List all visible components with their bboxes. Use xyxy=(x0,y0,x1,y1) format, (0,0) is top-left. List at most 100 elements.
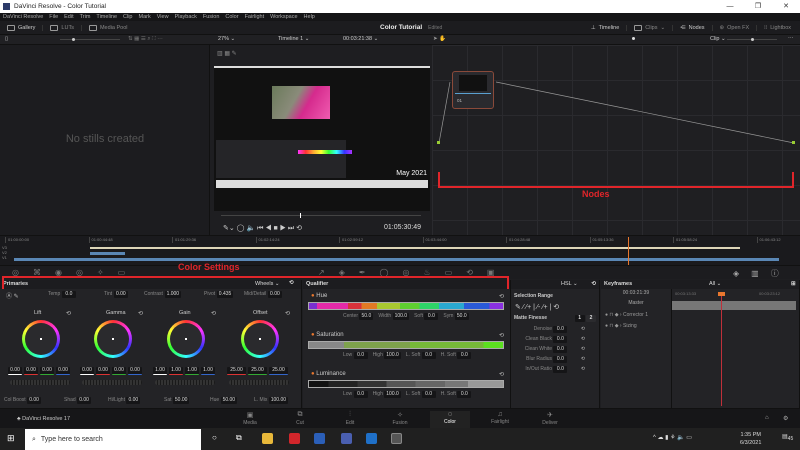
gain-value-field[interactable]: 1.00 xyxy=(185,367,199,375)
viewer-zoom-dropdown[interactable]: 27% ⌄ xyxy=(218,36,235,42)
menu-mark[interactable]: Mark xyxy=(139,14,151,20)
menu-clip[interactable]: Clip xyxy=(123,14,132,20)
lmix-field[interactable]: 100.00 xyxy=(268,397,289,404)
menu-file[interactable]: File xyxy=(49,14,58,20)
start-button[interactable]: ⊞ xyxy=(7,433,15,444)
viewer-mode-icons[interactable]: ▥ ▦ ✎ xyxy=(217,50,237,57)
node-zoom-slider[interactable] xyxy=(727,38,777,41)
keyframe-row-master[interactable]: Master xyxy=(601,300,671,306)
hue-soft-field[interactable]: 0.0 xyxy=(424,313,439,320)
saturation-range-bar[interactable] xyxy=(308,341,504,349)
saturation-low-field[interactable]: 0.0 xyxy=(353,352,368,359)
menu-fusion[interactable]: Fusion xyxy=(203,14,220,20)
lift-value-field[interactable]: 0.00 xyxy=(24,367,38,375)
luminance-range-bar[interactable] xyxy=(308,380,504,388)
page-tab-fairlight[interactable]: ♫ Fairlight xyxy=(480,411,520,425)
menu-help[interactable]: Help xyxy=(304,14,315,20)
nodes-toggle[interactable]: ⋲ Nodes xyxy=(673,25,713,31)
page-tab-media[interactable]: ▣ Media xyxy=(230,411,270,426)
timeline-playhead[interactable] xyxy=(628,237,629,265)
openfx-toggle[interactable]: ⊛ Open FX xyxy=(713,25,758,31)
page-tab-cut[interactable]: ⧉ Cut xyxy=(280,411,320,426)
hue-range-bar[interactable] xyxy=(308,302,504,310)
scrubber[interactable] xyxy=(221,213,421,218)
media-pool-button[interactable]: Media Pool xyxy=(82,24,135,31)
lift-value-field[interactable]: 0.00 xyxy=(56,367,70,375)
menu-color[interactable]: Color xyxy=(225,14,238,20)
reset-icon[interactable]: ⟲ xyxy=(581,336,585,342)
node-01[interactable]: 01 xyxy=(452,71,494,109)
matte-tab-1[interactable]: 1 xyxy=(574,315,585,322)
gamma-value-field[interactable]: 0.00 xyxy=(112,367,126,375)
file-explorer-icon[interactable] xyxy=(262,433,273,444)
matte-value-field[interactable]: 0.0 xyxy=(553,356,568,363)
offset-value-field[interactable]: 25.00 xyxy=(248,367,267,375)
hue-sym-field[interactable]: 50.0 xyxy=(454,313,469,320)
contrast-field[interactable]: 1.000 xyxy=(164,291,182,298)
menu-trim[interactable]: Trim xyxy=(80,14,91,20)
matte-value-field[interactable]: 0.0 xyxy=(553,366,568,373)
reset-icon[interactable]: ⟲ xyxy=(285,310,290,317)
page-tab-deliver[interactable]: ✈ Deliver xyxy=(530,411,570,426)
offset-value-field[interactable]: 25.00 xyxy=(227,367,246,375)
timeline-dropdown[interactable]: Timeline 1 ⌄ xyxy=(278,36,309,42)
luminance-lsoft-field[interactable]: 0.0 xyxy=(421,391,436,398)
matte-value-field[interactable]: 0.0 xyxy=(553,336,568,343)
offset-color-wheel[interactable] xyxy=(241,320,279,358)
gain-master-wheel[interactable] xyxy=(155,380,215,385)
word-icon[interactable] xyxy=(314,433,325,444)
colboost-field[interactable]: 0.00 xyxy=(27,397,42,404)
tint-field[interactable]: 0.00 xyxy=(113,291,128,298)
middetail-field[interactable]: 0.00 xyxy=(267,291,282,298)
luminance-high-field[interactable]: 100.0 xyxy=(384,391,401,398)
reset-icon[interactable]: ⟲ xyxy=(499,371,504,378)
reset-icon[interactable]: ⟲ xyxy=(211,310,216,317)
scope-icons[interactable]: ◈▥ⓘ xyxy=(733,268,791,279)
track-v3-clip[interactable] xyxy=(90,247,740,249)
clock[interactable]: 1:35 PM 6/3/2021 xyxy=(740,431,761,447)
sidebar-toggle-icon[interactable]: ▯ xyxy=(5,36,8,42)
menu-edit[interactable]: Edit xyxy=(64,14,73,20)
temp-field[interactable]: 0.0 xyxy=(61,291,76,298)
keyframe-row-sizing[interactable]: ● ⊓ ◆ › Sizing xyxy=(605,323,637,329)
gamma-value-field[interactable]: 0.00 xyxy=(96,367,110,375)
saturation-high-field[interactable]: 100.0 xyxy=(384,352,401,359)
transport-controls[interactable]: ✎⌄ ◯ 🔈 ⏮ ◀ ■ ▶ ⏭ ⟲ xyxy=(223,224,302,233)
luts-button[interactable]: LUTs xyxy=(43,24,82,31)
reset-icon[interactable]: ⟲ xyxy=(581,326,585,332)
reset-icon[interactable]: ⟲ xyxy=(581,366,585,372)
hue-center-field[interactable]: 50.0 xyxy=(359,313,374,320)
hilight-field[interactable]: 0.00 xyxy=(126,397,141,404)
page-tab-color[interactable]: ◌ Color xyxy=(430,411,470,429)
clips-toggle[interactable]: Clips ⌄ xyxy=(627,25,674,31)
lift-value-field[interactable]: 0.00 xyxy=(8,367,22,375)
offset-value-field[interactable]: 25.00 xyxy=(269,367,288,375)
gamma-value-field[interactable]: 0.00 xyxy=(128,367,142,375)
expand-icon[interactable]: ⊞ xyxy=(791,281,796,287)
gallery-button[interactable]: Gallery xyxy=(0,24,44,31)
lift-master-wheel[interactable] xyxy=(10,380,70,385)
outlook-icon[interactable] xyxy=(366,433,377,444)
pointer-icon[interactable]: ➤ ✋ xyxy=(433,36,446,42)
settings-icon[interactable]: ⚙ xyxy=(783,415,788,422)
task-view-icon[interactable]: ⧉ xyxy=(236,433,242,443)
gain-value-field[interactable]: 1.00 xyxy=(169,367,183,375)
more-options-icon[interactable]: ··· xyxy=(788,35,794,41)
system-tray-icons[interactable]: ^ ☁ ▮ ⚘ 🔈 ▭ xyxy=(653,434,692,441)
node-graph[interactable]: 01 Nodes xyxy=(432,45,800,235)
maximize-button[interactable]: ❐ xyxy=(744,0,772,13)
lift-value-field[interactable]: 0.00 xyxy=(40,367,54,375)
notifications-icon[interactable]: ▤45 xyxy=(782,433,793,442)
clip-mode-dropdown[interactable]: Clip ⌄ xyxy=(710,36,726,42)
minimize-button[interactable]: — xyxy=(716,0,744,13)
cortana-icon[interactable]: ○ xyxy=(212,433,217,442)
timeline-toggle[interactable]: ⊥ Timeline xyxy=(584,25,628,31)
keyframes-filter-dropdown[interactable]: All ⌄ xyxy=(709,281,721,287)
sat-field[interactable]: 50.00 xyxy=(172,397,190,404)
hue-toggle[interactable]: ● Hue xyxy=(311,293,327,299)
menu-view[interactable]: View xyxy=(157,14,169,20)
lightbox-toggle[interactable]: ⁞⁞ Lightbox xyxy=(757,25,798,31)
mini-timeline[interactable]: V3 V2 V1 01:00:00:00 01:00:44:48 01:01:29:36… xyxy=(0,235,800,265)
gain-value-field[interactable]: 1.00 xyxy=(201,367,215,375)
hue-width-field[interactable]: 100.0 xyxy=(392,313,410,320)
